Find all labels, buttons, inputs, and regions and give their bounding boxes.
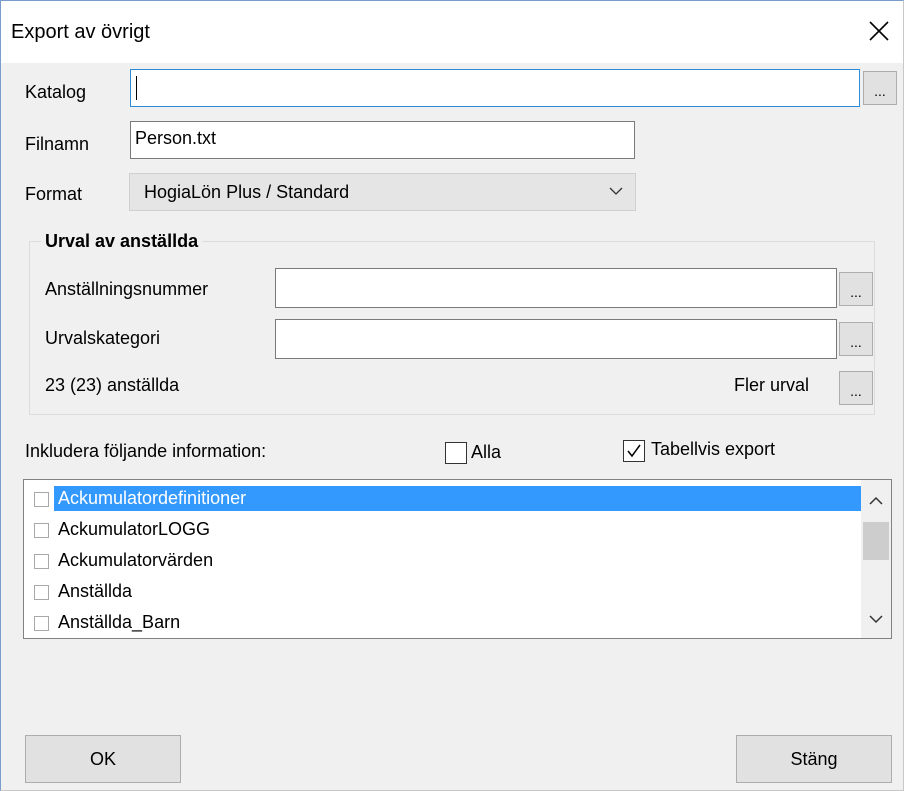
katalog-label: Katalog xyxy=(25,82,87,102)
close-icon[interactable] xyxy=(867,19,891,43)
list-item-checkbox[interactable] xyxy=(34,554,49,569)
list-item-label: Anställda xyxy=(58,581,133,601)
scroll-down-icon[interactable] xyxy=(861,604,891,634)
fler-urval-button[interactable]: ... xyxy=(839,371,873,405)
close-button[interactable]: Stäng xyxy=(736,735,892,783)
filnamn-input[interactable]: Person.txt xyxy=(130,121,635,159)
urval-group-title: Urval av anställda xyxy=(41,231,203,252)
list-item-checkbox[interactable] xyxy=(34,492,49,507)
urvalskategori-label: Urvalskategori xyxy=(45,328,161,348)
export-dialog: Export av övrigt Katalog ... Filnamn Per… xyxy=(0,0,904,791)
list-item-label: AckumulatorLOGG xyxy=(58,519,211,539)
employee-count: 23 (23) anställda xyxy=(45,375,180,395)
alla-label: Alla xyxy=(471,442,502,462)
checkmark-icon xyxy=(627,444,641,458)
text-caret xyxy=(136,76,137,100)
katalog-browse-button[interactable]: ... xyxy=(863,71,897,105)
title-bar: Export av övrigt xyxy=(1,1,903,63)
ok-button[interactable]: OK xyxy=(25,735,181,783)
format-label: Format xyxy=(25,184,83,204)
list-item-checkbox[interactable] xyxy=(34,585,49,600)
list-item-checkbox[interactable] xyxy=(34,523,49,538)
anstallningsnummer-input[interactable] xyxy=(275,268,837,308)
filnamn-label: Filnamn xyxy=(25,134,90,154)
urvalskategori-input[interactable] xyxy=(275,319,837,359)
anstallningsnummer-label: Anställningsnummer xyxy=(45,279,209,299)
filnamn-value: Person.txt xyxy=(135,128,217,148)
alla-checkbox[interactable] xyxy=(445,442,467,464)
format-value: HogiaLön Plus / Standard xyxy=(144,182,350,202)
scroll-up-icon[interactable] xyxy=(861,486,891,516)
include-label: Inkludera följande information: xyxy=(25,441,267,461)
tabellvis-label: Tabellvis export xyxy=(651,439,776,459)
list-item-label: Ackumulatorvärden xyxy=(58,550,214,570)
anstallningsnummer-browse-button[interactable]: ... xyxy=(839,272,873,306)
window-title: Export av övrigt xyxy=(11,21,150,43)
urvalskategori-browse-button[interactable]: ... xyxy=(839,322,873,356)
chevron-down-icon xyxy=(609,187,623,195)
vertical-scrollbar[interactable] xyxy=(861,480,891,638)
katalog-input[interactable] xyxy=(130,69,860,107)
list-item-label: Anställda_Barn xyxy=(58,612,181,632)
format-select[interactable]: HogiaLön Plus / Standard xyxy=(129,173,636,211)
information-listbox[interactable]: Ackumulatordefinitioner AckumulatorLOGG … xyxy=(23,479,892,639)
scrollbar-thumb[interactable] xyxy=(863,522,889,560)
list-item-checkbox[interactable] xyxy=(34,616,49,631)
fler-urval-label: Fler urval xyxy=(734,375,810,395)
list-item-label: Ackumulatordefinitioner xyxy=(54,486,866,511)
tabellvis-checkbox[interactable] xyxy=(623,440,645,462)
